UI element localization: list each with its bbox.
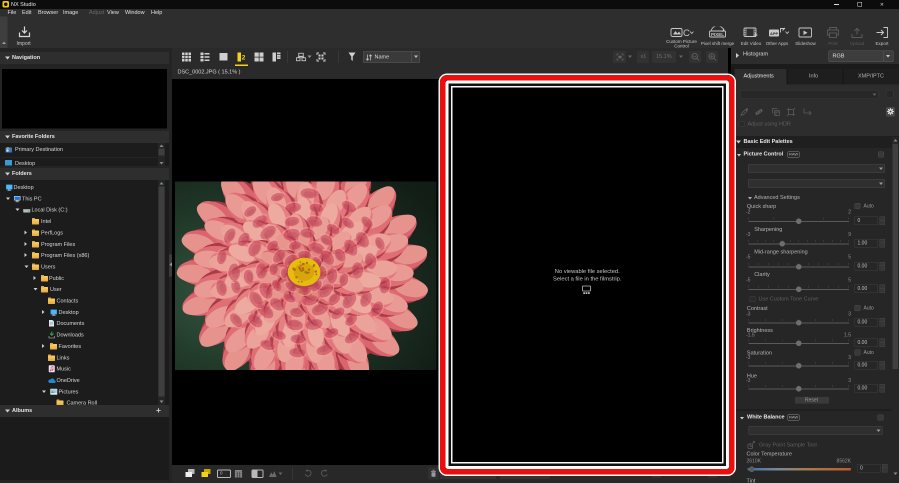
svg-text:APP: APP [770, 31, 779, 36]
svg-text:PIXEL: PIXEL [711, 32, 724, 37]
svg-text:C: C [683, 28, 690, 39]
svg-text:2: 2 [242, 55, 246, 62]
